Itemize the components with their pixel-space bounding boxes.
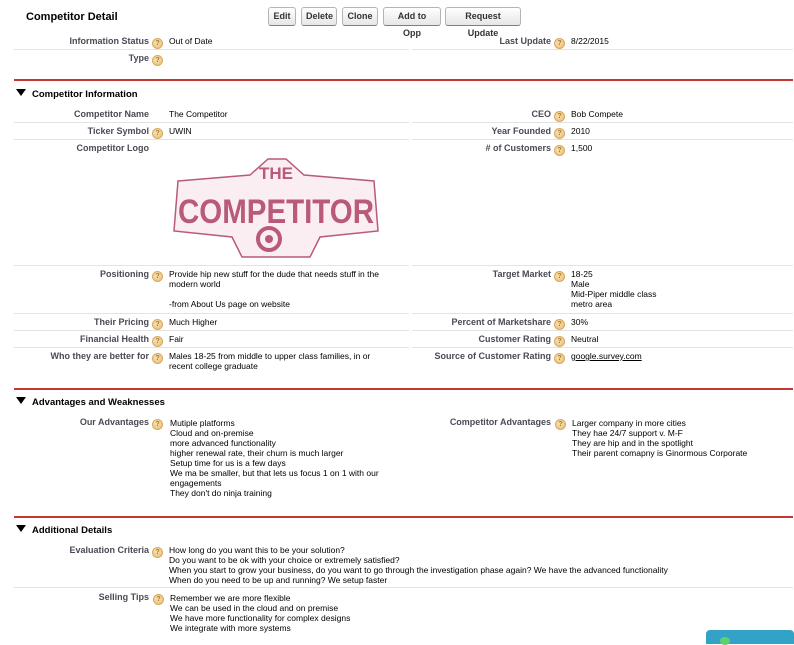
help-icon[interactable]: ? [554, 336, 565, 347]
help-icon[interactable]: ? [152, 336, 163, 347]
source-rating-link[interactable]: google.survey.com [571, 351, 642, 361]
row-divider [14, 347, 409, 348]
financial-health-label: Financial Health [79, 334, 149, 344]
customer-rating-value: Neutral [571, 334, 599, 344]
page-title: Competitor Detail [26, 11, 118, 23]
help-icon[interactable]: ? [152, 419, 163, 430]
selling-tips-label: Selling Tips [98, 592, 149, 602]
section-header-additional-details[interactable]: Additional Details [16, 525, 112, 536]
help-icon[interactable]: ? [152, 547, 163, 558]
row-divider [412, 330, 793, 331]
ticker-symbol-value: UWIN [169, 126, 192, 136]
ceo-label: CEO [531, 109, 551, 119]
their-pricing-value: Much Higher [169, 317, 218, 327]
help-icon[interactable]: ? [554, 145, 565, 156]
help-icon[interactable]: ? [555, 419, 566, 430]
section-header-competitor-information[interactable]: Competitor Information [16, 89, 138, 100]
last-update-label: Last Update [499, 36, 551, 46]
financial-health-value: Fair [169, 334, 184, 344]
svg-text:THE: THE [259, 164, 293, 183]
row-divider [14, 139, 409, 140]
section-divider [14, 388, 793, 390]
row-divider [14, 122, 409, 123]
row-divider [14, 587, 793, 588]
customers-value: 1,500 [571, 143, 593, 153]
competitor-logo-image: THE COMPETITOR [173, 158, 379, 258]
row-divider [412, 313, 793, 314]
row-divider [14, 265, 409, 266]
ticker-symbol-label: Ticker Symbol [87, 126, 149, 136]
triangle-down-icon[interactable] [16, 397, 26, 404]
help-icon[interactable]: ? [152, 55, 163, 66]
marketshare-value: 30% [571, 317, 589, 327]
positioning-label: Positioning [100, 269, 149, 279]
help-icon[interactable]: ? [152, 319, 163, 330]
row-divider [14, 49, 409, 50]
help-icon[interactable]: ? [554, 271, 565, 282]
evaluation-criteria-label: Evaluation Criteria [69, 545, 149, 555]
triangle-down-icon[interactable] [16, 525, 26, 532]
information-status-label: Information Status [69, 36, 149, 46]
customers-label: # of Customers [485, 143, 551, 153]
request-update-button[interactable]: Request Update [445, 7, 521, 38]
competitor-advantages-label: Competitor Advantages [449, 417, 551, 427]
ceo-value: Bob Compete [571, 109, 623, 119]
our-advantages-label: Our Advantages [79, 417, 149, 427]
section-title: Advantages and Weaknesses [32, 397, 165, 408]
chat-bubble-icon [720, 637, 730, 645]
year-founded-label: Year Founded [491, 126, 551, 136]
add-to-opp-button[interactable]: Add to Opp [383, 7, 441, 38]
row-divider [14, 330, 409, 331]
competitor-name-value: The Competitor [169, 109, 228, 119]
competitor-logo-label: Competitor Logo [76, 143, 150, 153]
clone-button[interactable]: Clone [342, 7, 378, 26]
help-icon[interactable]: ? [152, 38, 163, 49]
delete-button[interactable]: Delete [301, 7, 337, 26]
row-divider [412, 139, 793, 140]
information-status-value: Out of Date [169, 36, 213, 46]
triangle-down-icon[interactable] [16, 89, 26, 96]
target-market-label: Target Market [492, 269, 551, 279]
last-update-value: 8/22/2015 [571, 36, 609, 46]
edit-button[interactable]: Edit [268, 7, 296, 26]
type-label: Type [128, 53, 149, 63]
svg-text:COMPETITOR: COMPETITOR [178, 193, 374, 231]
selling-tips-value: Remember we are more flexible We can be … [170, 593, 351, 633]
row-divider [412, 122, 793, 123]
our-advantages-value: Mutiple platforms Cloud and on-premise m… [170, 418, 379, 498]
row-divider [412, 347, 793, 348]
section-title: Competitor Information [32, 89, 138, 100]
help-icon[interactable]: ? [554, 38, 565, 49]
section-header-advantages[interactable]: Advantages and Weaknesses [16, 397, 165, 408]
help-icon[interactable]: ? [554, 128, 565, 139]
section-title: Additional Details [32, 525, 113, 536]
year-founded-value: 2010 [571, 126, 590, 136]
positioning-value: Provide hip new stuff for the dude that … [169, 269, 379, 309]
help-icon[interactable]: ? [554, 319, 565, 330]
section-divider [14, 79, 793, 81]
help-icon[interactable]: ? [554, 111, 565, 122]
better-for-value: Males 18-25 from middle to upper class f… [169, 351, 371, 371]
help-icon[interactable]: ? [554, 353, 565, 364]
help-icon[interactable]: ? [153, 594, 164, 605]
competitor-name-label: Competitor Name [73, 109, 149, 119]
help-icon[interactable]: ? [152, 128, 163, 139]
help-icon[interactable]: ? [152, 271, 163, 282]
source-rating-label: Source of Customer Rating [434, 351, 551, 361]
help-icon[interactable]: ? [152, 353, 163, 364]
evaluation-criteria-value: How long do you want this to be your sol… [169, 545, 668, 585]
marketshare-label: Percent of Marketshare [451, 317, 551, 327]
row-divider [412, 49, 793, 50]
their-pricing-label: Their Pricing [93, 317, 149, 327]
section-divider [14, 516, 793, 518]
better-for-label: Who they are better for [50, 351, 149, 361]
row-divider [412, 265, 793, 266]
target-market-value: 18-25 Male Mid-Piper middle class metro … [571, 269, 657, 309]
competitor-advantages-value: Larger company in more cities They hae 2… [572, 418, 748, 458]
row-divider [14, 313, 409, 314]
customer-rating-label: Customer Rating [478, 334, 551, 344]
